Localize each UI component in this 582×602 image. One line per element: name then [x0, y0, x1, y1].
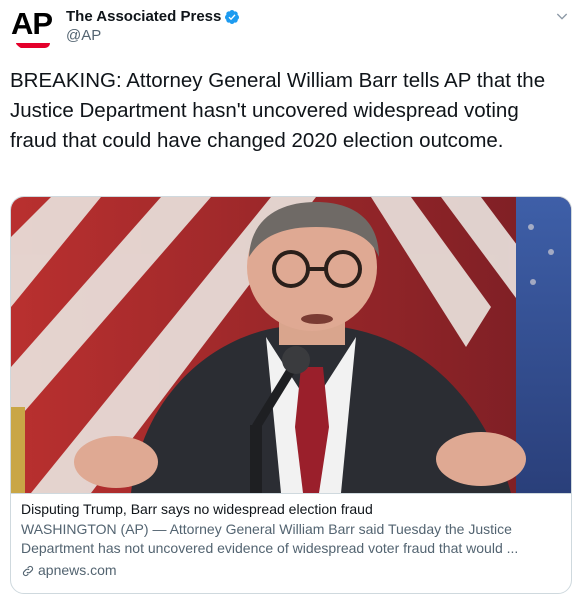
card-image[interactable] [11, 197, 571, 493]
display-name-row: The Associated Press [66, 8, 240, 25]
display-name[interactable]: The Associated Press [66, 8, 221, 25]
tweet-header: AP The Associated Press @AP [10, 4, 572, 52]
card-title[interactable]: Disputing Trump, Barr says no widespread… [21, 500, 561, 519]
avatar[interactable]: AP [10, 4, 58, 52]
ap-logo-red-bar [16, 43, 50, 48]
link-icon [22, 565, 34, 576]
verified-badge-icon [225, 9, 240, 24]
handle[interactable]: @AP [66, 27, 240, 44]
card-domain[interactable]: apnews.com [38, 561, 117, 580]
card-domain-row[interactable]: apnews.com [21, 561, 561, 580]
card-description: WASHINGTON (AP) — Attorney General Willi… [21, 521, 519, 556]
card-body[interactable]: Disputing Trump, Barr says no widespread… [11, 493, 571, 593]
chevron-down-icon[interactable] [554, 8, 570, 24]
author-names: The Associated Press @AP [66, 8, 240, 44]
ap-logo: AP [11, 6, 53, 41]
card-photo [11, 197, 571, 493]
tweet-text: BREAKING: Attorney General William Barr … [10, 69, 551, 152]
link-card[interactable]: Disputing Trump, Barr says no widespread… [10, 196, 572, 594]
